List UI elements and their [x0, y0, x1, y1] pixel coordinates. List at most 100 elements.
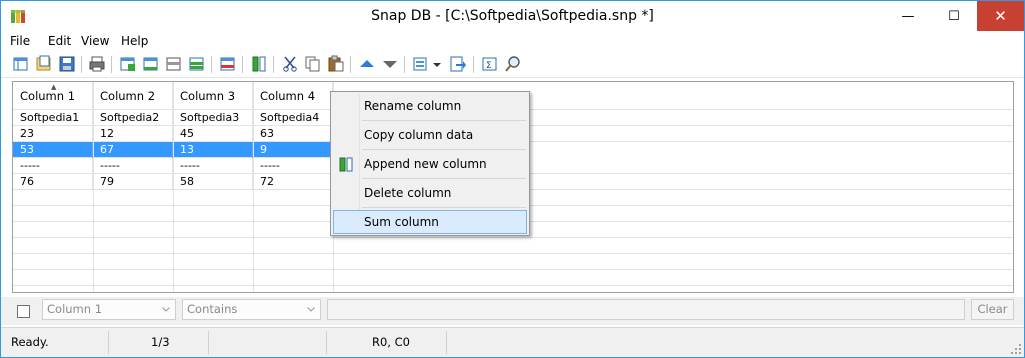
menu-view[interactable]: View	[81, 34, 109, 48]
toolbar-separator	[473, 56, 474, 73]
maximize-button[interactable]: ☐	[931, 1, 977, 31]
table-cell[interactable]: -----	[13, 158, 93, 174]
new-table-icon[interactable]	[12, 55, 30, 73]
status-position: R0, C0	[372, 335, 410, 349]
table-cell[interactable]: 72	[253, 174, 333, 190]
title-bar: Snap DB - [C:\Softpedia\Softpedia.snp *]…	[1, 1, 1024, 32]
column-header-4[interactable]: Column 4	[253, 82, 333, 110]
filter-operator-select[interactable]: Contains	[182, 299, 321, 320]
toolbar-separator	[404, 56, 405, 73]
append-column-icon	[339, 157, 353, 172]
menu-separator	[362, 149, 526, 150]
toolbar-separator	[211, 56, 212, 73]
columns-icon[interactable]	[250, 55, 268, 73]
toolbar-separator	[81, 56, 82, 73]
column-header-2[interactable]: Column 2	[93, 82, 173, 110]
chevron-down-icon	[162, 307, 170, 312]
table-cell[interactable]: Softpedia1	[13, 110, 93, 126]
app-window: Snap DB - [C:\Softpedia\Softpedia.snp *]…	[0, 0, 1025, 358]
menu-item-label: Append new column	[364, 157, 487, 171]
close-button[interactable]: ✕	[977, 1, 1024, 31]
filter-enable-checkbox[interactable]	[17, 305, 30, 318]
clear-filter-button[interactable]: Clear	[971, 299, 1014, 320]
status-separator	[208, 331, 209, 354]
table-cell[interactable]: 67	[93, 142, 173, 158]
menu-separator	[362, 178, 526, 179]
table-cell[interactable]: 23	[13, 126, 93, 142]
sort-ascending-icon: ▲	[51, 83, 57, 91]
table-cell[interactable]: 13	[173, 142, 253, 158]
minimize-button[interactable]: —	[885, 1, 931, 31]
resize-grip-icon[interactable]	[1010, 343, 1022, 355]
export-dropdown-icon[interactable]	[432, 55, 442, 73]
table-cell[interactable]: 45	[173, 126, 253, 142]
toolbar-separator	[273, 56, 274, 73]
table-cell[interactable]: -----	[173, 158, 253, 174]
column-divider	[253, 82, 254, 292]
column-divider	[173, 82, 174, 292]
filter-operator-value: Contains	[187, 302, 238, 316]
table-cell[interactable]: 58	[173, 174, 253, 190]
table-cell[interactable]: 79	[93, 174, 173, 190]
insert-row-icon[interactable]	[119, 55, 137, 73]
column-divider	[93, 82, 94, 292]
table-cell[interactable]: 9	[253, 142, 333, 158]
empty-row	[13, 238, 1013, 254]
empty-row	[13, 270, 1013, 286]
print-icon[interactable]	[88, 55, 106, 73]
menu-file[interactable]: File	[10, 34, 30, 48]
copy-row-icon[interactable]	[165, 55, 183, 73]
paste-icon[interactable]	[327, 55, 345, 73]
column-header-3[interactable]: Column 3	[173, 82, 253, 110]
table-cell[interactable]: -----	[93, 158, 173, 174]
open-icon[interactable]	[35, 55, 53, 73]
toolbar-separator	[350, 56, 351, 73]
move-down-icon[interactable]	[381, 55, 399, 73]
save-icon[interactable]	[58, 55, 76, 73]
copy-icon[interactable]	[304, 55, 322, 73]
menu-separator	[362, 120, 526, 121]
status-separator	[108, 331, 109, 354]
empty-row	[13, 254, 1013, 270]
toolbar-separator	[111, 56, 112, 73]
filter-column-select[interactable]: Column 1	[42, 299, 176, 320]
menu-bar: File Edit View Help	[1, 32, 1024, 52]
export-icon[interactable]	[412, 55, 430, 73]
table-cell[interactable]: 63	[253, 126, 333, 142]
status-separator	[446, 331, 447, 354]
delete-row-icon[interactable]	[219, 55, 237, 73]
svg-text:Σ: Σ	[486, 61, 492, 71]
window-title: Snap DB - [C:\Softpedia\Softpedia.snp *]	[371, 8, 654, 24]
menu-item-append-new-column[interactable]: Append new column	[333, 152, 527, 176]
table-cell[interactable]: 76	[13, 174, 93, 190]
move-row-icon[interactable]	[188, 55, 206, 73]
menu-item-delete-column[interactable]: Delete column	[333, 181, 527, 205]
column-header-label: Column 1	[20, 89, 76, 103]
toolbar: Σ	[1, 52, 1024, 78]
status-page: 1/3	[151, 335, 170, 349]
menu-help[interactable]: Help	[121, 34, 148, 48]
menu-item-copy-column-data[interactable]: Copy column data	[333, 123, 527, 147]
menu-item-sum-column[interactable]: Sum column	[333, 210, 527, 234]
filter-column-value: Column 1	[47, 302, 103, 316]
chevron-down-icon	[307, 307, 315, 312]
sum-icon[interactable]: Σ	[481, 55, 499, 73]
table-cell[interactable]: 53	[13, 142, 93, 158]
table-cell[interactable]: Softpedia4	[253, 110, 333, 126]
move-up-icon[interactable]	[358, 55, 376, 73]
table-cell[interactable]: -----	[253, 158, 333, 174]
append-row-icon[interactable]	[142, 55, 160, 73]
find-icon[interactable]	[504, 55, 522, 73]
table-cell[interactable]: 12	[93, 126, 173, 142]
table-cell[interactable]: Softpedia3	[173, 110, 253, 126]
menu-edit[interactable]: Edit	[48, 34, 71, 48]
table-cell[interactable]: Softpedia2	[93, 110, 173, 126]
menu-item-rename-column[interactable]: Rename column	[333, 94, 527, 118]
column-header-1[interactable]: ▲ Column 1	[13, 82, 93, 110]
status-bar: Ready. 1/3 R0, C0	[1, 327, 1024, 357]
filter-text-input[interactable]	[327, 299, 965, 320]
status-message: Ready.	[11, 335, 49, 349]
cut-icon[interactable]	[281, 55, 299, 73]
import-icon[interactable]	[448, 55, 466, 73]
filter-bar: Column 1 Contains Clear	[1, 297, 1024, 325]
